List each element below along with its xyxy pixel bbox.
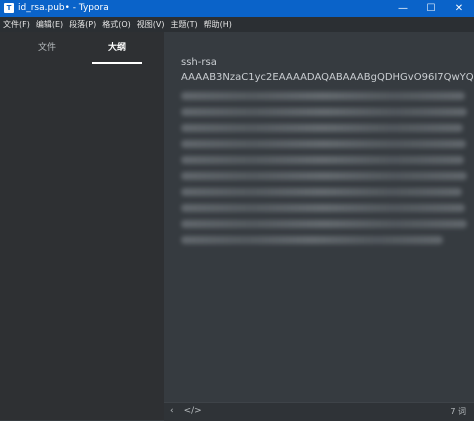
active-tab-indicator xyxy=(92,62,142,64)
blurred-key-line xyxy=(181,156,464,164)
menu-file[interactable]: 文件(F) xyxy=(0,19,33,30)
close-icon: ✕ xyxy=(454,3,464,14)
editor-area[interactable]: ssh-rsa AAAAB3NzaC1yc2EAAAADAQABAAABgQDH… xyxy=(164,32,474,402)
editor-line-ssh-rsa: ssh-rsa xyxy=(181,57,217,68)
blurred-key-line xyxy=(181,92,465,100)
blurred-key-line xyxy=(181,236,443,244)
menu-paragraph[interactable]: 段落(P) xyxy=(66,19,99,30)
source-code-mode-icon[interactable]: </> xyxy=(184,406,202,416)
menu-bar: 文件(F) 编辑(E) 段落(P) 格式(O) 视图(V) 主题(T) 帮助(H… xyxy=(0,17,474,32)
sidebar: 文件 大纲 xyxy=(0,32,164,420)
blurred-key-line xyxy=(181,108,467,116)
blurred-key-line xyxy=(181,188,462,196)
maximize-button[interactable]: ☐ xyxy=(419,0,443,17)
menu-edit[interactable]: 编辑(E) xyxy=(33,19,66,30)
sidebar-tabs: 文件 大纲 xyxy=(0,38,164,64)
close-button[interactable]: ✕ xyxy=(447,0,471,17)
word-count[interactable]: 7 词 xyxy=(450,406,466,417)
status-bar: ‹ </> 7 词 xyxy=(164,402,474,421)
blurred-key-line xyxy=(181,140,466,148)
window-title: id_rsa.pub• - Typora xyxy=(18,3,109,13)
maximize-icon: ☐ xyxy=(426,3,436,14)
typora-app-icon: T xyxy=(4,3,14,13)
menu-format[interactable]: 格式(O) xyxy=(99,19,134,30)
blurred-key-line xyxy=(181,204,465,212)
tab-files[interactable]: 文件 xyxy=(38,40,56,53)
minimize-button[interactable]: — xyxy=(391,0,415,17)
blurred-key-line xyxy=(181,220,467,228)
tab-outline[interactable]: 大纲 xyxy=(108,40,126,53)
menu-help[interactable]: 帮助(H) xyxy=(201,19,235,30)
editor-line-key-start: AAAAB3NzaC1yc2EAAAADAQABAAABgQDHGvO96I7Q… xyxy=(181,72,474,83)
minimize-icon: — xyxy=(398,3,408,14)
title-bar: T id_rsa.pub• - Typora — ☐ ✕ xyxy=(0,0,474,17)
menu-view[interactable]: 视图(V) xyxy=(134,19,168,30)
back-arrow-icon[interactable]: ‹ xyxy=(170,406,174,416)
menu-theme[interactable]: 主题(T) xyxy=(167,19,200,30)
blurred-key-line xyxy=(181,172,467,180)
blurred-key-line xyxy=(181,124,463,132)
